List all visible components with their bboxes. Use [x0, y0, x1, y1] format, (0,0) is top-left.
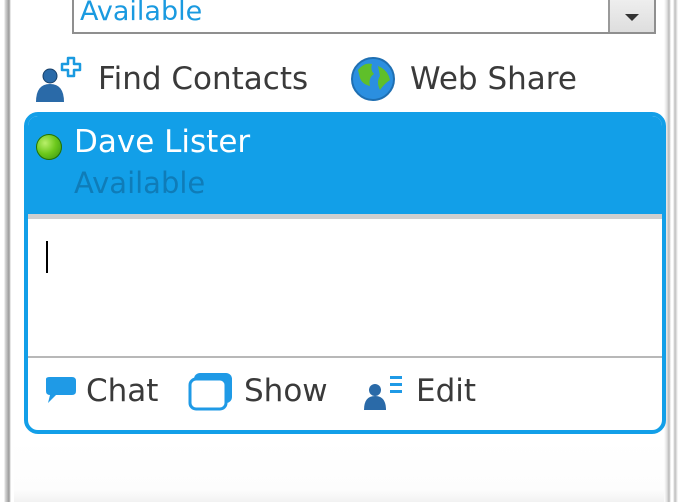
window-left-border [0, 0, 14, 502]
chat-button[interactable]: Chat [42, 366, 158, 416]
contact-actions-bar: Chat Show Edit [28, 358, 662, 430]
web-share-label: Web Share [410, 61, 577, 97]
contact-card-header[interactable]: Dave Lister Available [28, 116, 662, 214]
contact-status: Available [74, 166, 206, 200]
chevron-down-icon [625, 14, 639, 21]
status-dropdown-button[interactable] [608, 0, 654, 32]
contact-card: Dave Lister Available Chat Show Edit [24, 112, 666, 434]
status-select[interactable]: Available [72, 0, 656, 34]
add-contact-icon [34, 54, 88, 104]
window-right-scroll-edge [664, 0, 680, 502]
edit-button[interactable]: Edit [362, 366, 476, 416]
text-caret [46, 241, 48, 273]
contact-name: Dave Lister [74, 124, 251, 160]
show-label: Show [244, 373, 328, 409]
web-share-button[interactable]: Web Share [348, 52, 577, 106]
presence-available-icon [36, 134, 62, 160]
edit-label: Edit [416, 373, 477, 409]
contact-edit-icon [362, 370, 406, 412]
find-contacts-label: Find Contacts [98, 61, 309, 97]
empty-contact-list-area [14, 440, 664, 502]
speech-bubble-icon [42, 375, 78, 407]
find-contacts-button[interactable]: Find Contacts [34, 52, 308, 106]
globe-icon [348, 54, 398, 104]
message-input[interactable] [28, 214, 662, 358]
show-button[interactable]: Show [188, 366, 328, 416]
chat-label: Chat [86, 373, 159, 409]
status-select-value: Available [80, 0, 203, 27]
window-icon [188, 371, 234, 411]
